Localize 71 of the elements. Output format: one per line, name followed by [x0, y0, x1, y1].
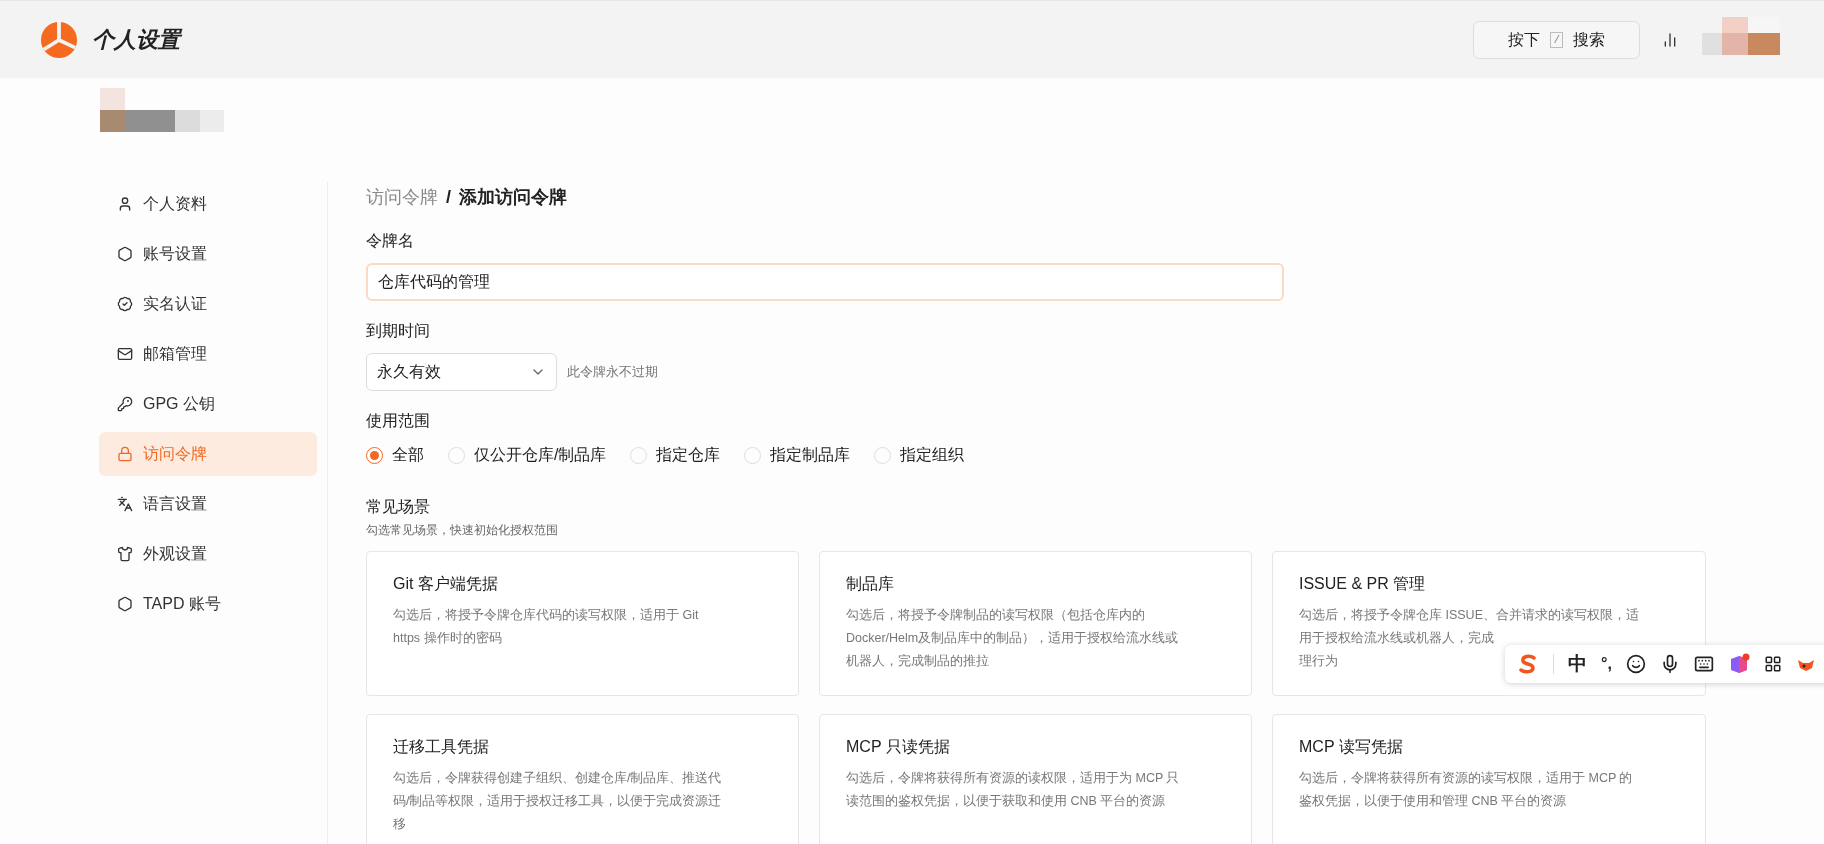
card-title: MCP 只读凭据 [846, 737, 951, 757]
card-title: ISSUE & PR 管理 [1299, 574, 1427, 594]
field-label: 常见场景 [366, 497, 431, 517]
sidebar-item[interactable]: 个人资料 [99, 182, 317, 226]
hexagon-icon [117, 596, 133, 612]
sidebar-item[interactable]: GPG 公钥 [99, 382, 317, 426]
card-description-line: 移 [393, 816, 406, 833]
search-label: 搜索 [1573, 29, 1605, 50]
sidebar-item[interactable]: 语言设置 [99, 482, 317, 526]
breadcrumb-separator: / [446, 186, 451, 209]
scenario-card[interactable]: 制品库 勾选后，将授予令牌制品的读写权限（包括仓库内的 Docker/Helm及制品库中的制品），适用于授权给流水线或 机器人，完成制品的推拉 [819, 551, 1252, 696]
card-description-line: Docker/Helm及制品库中的制品），适用于授权给流水线或 [846, 630, 1179, 647]
scenario-card[interactable]: MCP 只读凭据 勾选后，令牌将获得所有资源的读权限，适用于为 MCP 只 读范围的鉴权凭据，以便于获取和使用 CNB 平台的资源 [819, 714, 1252, 844]
card-description-line: 用于授权给流水线或机器人，完成 [1299, 630, 1494, 647]
hexagon-icon [117, 246, 133, 262]
card-title: Git 客户端凭据 [393, 574, 499, 594]
mail-icon [117, 346, 133, 362]
card-description-line: 读范围的鉴权凭据，以便于获取和使用 CNB 平台的资源 [846, 793, 1166, 810]
card-description-line: 机器人，完成制品的推拉 [846, 653, 989, 670]
card-description-line: 勾选后，令牌获得创建子组织、创建仓库/制品库、推送代 [393, 770, 722, 787]
user-icon [117, 196, 133, 212]
sidebar-item[interactable]: TAPD 账号 [99, 582, 317, 626]
sidebar-item[interactable]: 外观设置 [99, 532, 317, 576]
expiry-select[interactable]: 永久有效 [366, 353, 557, 391]
field-label: 使用范围 [366, 411, 431, 431]
card-description-line: 勾选后，将授予令牌仓库代码的读写权限，适用于 Git [393, 607, 699, 624]
grid-icon[interactable] [1763, 655, 1782, 673]
scenarios-hint: 勾选常见场景，快速初始化授权范围 [366, 522, 559, 539]
ime-logo-icon[interactable] [1517, 653, 1539, 675]
card-description-line: https 操作时的密码 [393, 630, 502, 647]
card-description-line: 勾选后，将授予令牌仓库 ISSUE、合并请求的读写权限，适 [1299, 607, 1639, 624]
card-description-line: 勾选后，令牌将获得所有资源的读写权限，适用于 MCP 的 [1299, 770, 1633, 787]
scenario-card[interactable]: Git 客户端凭据 勾选后，将授予令牌仓库代码的读写权限，适用于 Git https 操作时的密码 [366, 551, 799, 696]
search-button[interactable]: 按下 / 搜索 [1473, 20, 1640, 59]
breadcrumb-link[interactable]: 访问令牌 [366, 184, 438, 211]
breadcrumb-current: 添加访问令牌 [459, 186, 567, 209]
shirt-icon [117, 546, 133, 562]
sidebar-item[interactable]: 实名认证 [99, 282, 317, 326]
scenario-card[interactable]: MCP 读写凭据 勾选后，令牌将获得所有资源的读写权限，适用于 MCP 的 鉴权凭据，以便于使用和管理 CNB 平台的资源 [1272, 714, 1706, 844]
card-title: MCP 读写凭据 [1299, 737, 1404, 757]
card-description-line: 勾选后，令牌将获得所有资源的读权限，适用于为 MCP 只 [846, 770, 1180, 787]
punctuation-toggle[interactable]: °, [1601, 652, 1612, 676]
key-icon [117, 396, 133, 412]
scenario-card[interactable]: 迁移工具凭据 勾选后，令牌获得创建子组织、创建仓库/制品库、推送代 码/制品等权限，适用于授权迁移工具，以便于完成资源迁 移 [366, 714, 799, 844]
field-label: 令牌名 [366, 231, 415, 251]
scope-radio[interactable]: 指定仓库 [630, 443, 721, 467]
lock-icon [117, 446, 133, 462]
scope-radio[interactable]: 指定制品库 [744, 443, 851, 467]
card-title: 制品库 [846, 574, 895, 594]
keyboard-icon[interactable] [1693, 654, 1714, 674]
card-description-line: 理行为 [1299, 653, 1338, 670]
card-description-line: 勾选后，将授予令牌制品的读写权限（包括仓库内的 [846, 607, 1145, 624]
logo-icon [40, 20, 78, 59]
token-name-input[interactable]: 仓库代码的管理 [366, 263, 1284, 301]
card-description-line: 鉴权凭据，以便于使用和管理 CNB 平台的资源 [1299, 793, 1567, 810]
scope-radio[interactable]: 仅公开仓库/制品库 [448, 443, 607, 467]
input-mode-toggle[interactable]: 中 [1568, 649, 1587, 679]
card-title: 迁移工具凭据 [393, 737, 490, 757]
expiry-hint: 此令牌永不过期 [567, 363, 658, 382]
emoji-icon[interactable] [1625, 654, 1646, 674]
stats-icon[interactable] [1662, 31, 1678, 48]
badge-check-icon [117, 296, 133, 312]
card-description-line: 码/制品等权限，适用于授权迁移工具，以便于完成资源迁 [393, 793, 722, 810]
language-icon [117, 496, 133, 512]
shortcut-key: / [1550, 31, 1563, 48]
field-label: 到期时间 [366, 321, 431, 341]
scope-radio[interactable]: 指定组织 [874, 443, 965, 467]
sidebar-item[interactable]: 账号设置 [99, 232, 317, 276]
scope-radio[interactable]: 全部 [366, 443, 424, 467]
search-prefix: 按下 [1508, 29, 1541, 50]
sidebar-item[interactable]: 邮箱管理 [99, 332, 317, 376]
